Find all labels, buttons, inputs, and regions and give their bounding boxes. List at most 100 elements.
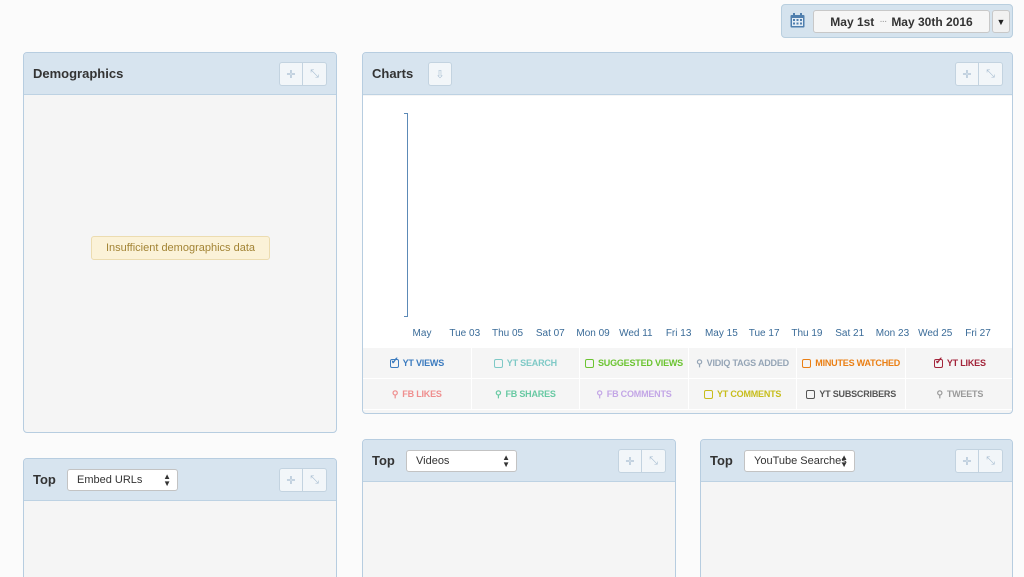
key-icon: ⚲ <box>391 388 399 399</box>
videos-type-select[interactable]: Videos ▲ ▼ <box>406 450 517 472</box>
top-searches-panel: Top YouTube Searches ▲ ▼ ✛ ⤡ <box>700 439 1013 577</box>
x-axis-label: Tue 17 <box>748 328 780 339</box>
calendar-icon[interactable] <box>790 13 805 28</box>
panel-title: Demographics <box>33 66 124 81</box>
select-value: Videos <box>416 455 450 467</box>
legend-label: FB SHARES <box>505 389 556 399</box>
download-icon[interactable]: ⇩ <box>428 62 452 86</box>
chart-area: May Tue 03 Thu 05 Sat 07 Mon 09 Wed 11 Fri 13 M… <box>363 96 1012 348</box>
legend-toggle[interactable]: ⚲ FB COMMENTS <box>580 379 689 410</box>
key-icon: ⚲ <box>495 388 502 399</box>
panel-tools: ✛ ⤡ <box>279 62 327 86</box>
x-axis-label: Mon 09 <box>576 328 610 339</box>
legend-toggle[interactable]: YT VIEWS <box>363 348 472 379</box>
panel-tools: ✛ ⤡ <box>618 449 666 473</box>
demographics-panel: Demographics ✛ ⤡ Insufficient demographi… <box>23 52 337 433</box>
panel-title: Charts <box>372 66 414 81</box>
panel-tools: ✛ ⤡ <box>279 468 327 492</box>
move-icon[interactable]: ✛ <box>279 62 303 86</box>
key-icon: ⚲ <box>696 357 703 368</box>
legend-toggle[interactable]: YT COMMENTS <box>688 379 798 410</box>
date-dropdown-toggle[interactable]: ▼ <box>992 10 1010 33</box>
select-arrows-icon: ▲ ▼ <box>502 453 510 469</box>
legend-label: FB COMMENTS <box>606 389 672 399</box>
date-start: May 1st <box>830 14 875 29</box>
legend-label: YT SUBSCRIBERS <box>819 389 897 399</box>
checkbox-icon <box>703 389 713 399</box>
x-axis-label: Mon 23 <box>875 328 910 339</box>
select-arrows-icon: ▲ ▼ <box>163 472 171 488</box>
embed-type-select[interactable]: Embed URLs ▲ ▼ <box>67 469 178 491</box>
x-axis-label: Thu 19 <box>791 328 823 339</box>
demographics-header: Demographics ✛ ⤡ <box>24 53 336 95</box>
x-axis-label: May 15 <box>704 328 738 339</box>
key-icon: ⚲ <box>936 388 943 399</box>
legend-label: YT COMMENTS <box>716 389 782 399</box>
x-axis-label: Tue 03 <box>449 328 481 339</box>
top-searches-header: Top YouTube Searches ▲ ▼ ✛ ⤡ <box>701 440 1012 482</box>
legend-toggle[interactable]: ⚲ VIDIQ TAGS ADDED <box>688 348 798 379</box>
checkbox-icon <box>584 358 594 368</box>
chart-legend: YT VIEWSYT SEARCHSUGGESTED VIEWS⚲VIDIQ T… <box>363 348 1012 410</box>
x-axis-label: Wed 11 <box>619 328 653 339</box>
date-range-button[interactable]: May 1st ··· May 30th 2016 <box>813 10 990 33</box>
date-range-picker: May 1st ··· May 30th 2016 ▼ <box>781 4 1013 38</box>
legend-label: MINUTES WATCHED <box>815 358 901 368</box>
x-axis-label: Fri 27 <box>965 328 991 339</box>
legend-toggle[interactable]: MINUTES WATCHED <box>797 348 906 379</box>
select-arrows-icon: ▲ ▼ <box>840 453 848 469</box>
checkbox-checked-icon <box>933 356 943 368</box>
select-value: YouTube Searches <box>754 455 847 467</box>
x-axis-label: Fri 13 <box>665 328 692 339</box>
legend-toggle[interactable]: ⚲ FB SHARES <box>471 379 581 410</box>
legend-label: VIDIQ TAGS ADDED <box>706 358 790 368</box>
checkbox-icon <box>493 358 503 368</box>
top-embed-header: Top Embed URLs ▲ ▼ ✛ ⤡ <box>24 459 336 501</box>
collapse-icon[interactable]: ⤡ <box>642 449 666 473</box>
panel-title: Top <box>710 453 733 468</box>
panel-title: Top <box>372 453 395 468</box>
searches-type-select[interactable]: YouTube Searches ▲ ▼ <box>744 450 855 472</box>
legend-toggle[interactable]: YT SUBSCRIBERS <box>797 379 906 410</box>
collapse-icon[interactable]: ⤡ <box>979 449 1003 473</box>
date-end: May 30th 2016 <box>891 14 973 29</box>
legend-toggle[interactable]: SUGGESTED VIEWS <box>580 348 689 379</box>
collapse-icon[interactable]: ⤡ <box>303 468 327 492</box>
legend-label: YT SEARCH <box>506 358 557 368</box>
move-icon[interactable]: ✛ <box>955 62 979 86</box>
caret-down-icon: ▼ <box>996 16 1006 27</box>
panel-title: Top <box>33 472 56 487</box>
checkbox-icon <box>802 358 812 368</box>
collapse-icon[interactable]: ⤡ <box>303 62 327 86</box>
panel-tools: ✛ ⤡ <box>955 62 1003 86</box>
legend-label: SUGGESTED VIEWS <box>597 358 683 368</box>
date-separator: ··· <box>879 16 887 27</box>
x-axis-label: Thu 05 <box>491 328 524 339</box>
charts-panel: Charts ⇩ ✛ ⤡ May Tue 03 Thu 05 Sat 07 Mon 09… <box>362 52 1013 414</box>
select-value: Embed URLs <box>77 474 143 486</box>
panel-tools: ✛ ⤡ <box>955 449 1003 473</box>
legend-toggle[interactable]: YT SEARCH <box>471 348 581 379</box>
top-videos-header: Top Videos ▲ ▼ ✛ ⤡ <box>363 440 675 482</box>
checkbox-checked-icon <box>389 356 399 368</box>
x-axis-label: May <box>412 328 432 339</box>
key-icon: ⚲ <box>596 388 603 399</box>
collapse-icon[interactable]: ⤡ <box>979 62 1003 86</box>
legend-label: TWEETS <box>946 389 984 399</box>
move-icon[interactable]: ✛ <box>279 468 303 492</box>
chart-y-axis <box>404 113 408 317</box>
top-videos-panel: Top Videos ▲ ▼ ✛ ⤡ <box>362 439 676 577</box>
legend-toggle[interactable]: YT LIKES <box>906 348 1012 379</box>
legend-label: YT VIEWS <box>402 358 445 368</box>
legend-label: YT LIKES <box>946 358 986 368</box>
legend-toggle[interactable]: ⚲ TWEETS <box>906 379 1012 410</box>
legend-toggle[interactable]: ⚲ FB LIKES <box>363 379 472 410</box>
insufficient-data-notice: Insufficient demographics data <box>91 236 270 260</box>
x-axis-label: Wed 25 <box>918 328 953 339</box>
top-embed-urls-panel: Top Embed URLs ▲ ▼ ✛ ⤡ <box>23 458 337 577</box>
charts-header: Charts ⇩ ✛ ⤡ <box>363 53 1012 95</box>
x-axis-label: Sat 21 <box>835 328 865 339</box>
move-icon[interactable]: ✛ <box>955 449 979 473</box>
move-icon[interactable]: ✛ <box>618 449 642 473</box>
x-axis-label: Sat 07 <box>535 328 565 339</box>
